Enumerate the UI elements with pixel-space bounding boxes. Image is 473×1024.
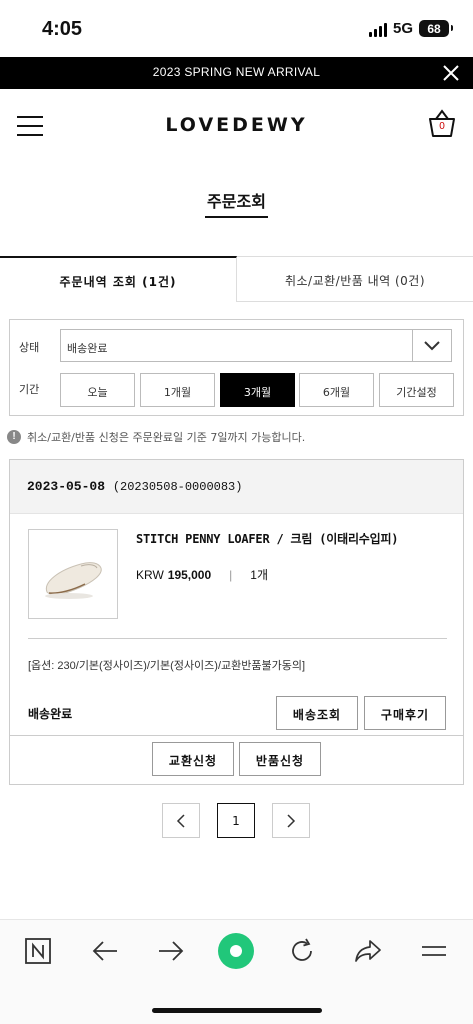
period-3month-button[interactable]: 3개월	[220, 373, 295, 407]
status-time: 4:05	[42, 18, 83, 40]
notice-text: 취소/교환/반품 신청은 주문완료일 기준 7일까지 가능합니다.	[27, 431, 306, 444]
brand-logo[interactable]: LOVEDEWY	[0, 114, 473, 136]
status-select-value: 배송완료	[67, 342, 108, 355]
prev-page-button[interactable]	[162, 803, 200, 838]
period-6month-button[interactable]: 6개월	[299, 373, 374, 407]
cart-count-badge: 0	[439, 121, 445, 132]
notice: ! 취소/교환/반품 신청은 주문완료일 기준 7일까지 가능합니다.	[7, 429, 305, 445]
chevron-left-icon	[176, 813, 185, 828]
period-custom-button[interactable]: 기간설정	[379, 373, 454, 407]
status-select[interactable]: 배송완료	[60, 329, 452, 362]
next-page-button[interactable]	[272, 803, 310, 838]
refresh-icon[interactable]	[285, 934, 319, 968]
period-1month-button[interactable]: 1개월	[140, 373, 215, 407]
product-name[interactable]: STITCH PENNY LOAFER / 크림 (이태리수입피)	[136, 530, 399, 547]
order-date-line: 2023-05-08 (20230508-0000083)	[27, 479, 242, 494]
network-label: 5G	[392, 20, 413, 37]
status-indicators: 5G 68	[368, 20, 453, 37]
period-filter-label: 기간	[19, 383, 40, 396]
order-card: 2023-05-08 (20230508-0000083) STITCH PEN…	[9, 459, 464, 785]
period-today-button[interactable]: 오늘	[60, 373, 135, 407]
price-qty-separator: |	[229, 568, 233, 582]
filter-panel: 상태 배송완료 기간 오늘 1개월 3개월 6개월 기간설정	[9, 319, 464, 416]
product-options: [옵션: 230/기본(정사이즈)/기본(정사이즈)/교환반품불가동의]	[28, 660, 306, 672]
exchange-request-button[interactable]: 교환신청	[152, 742, 234, 776]
cart-icon[interactable]: 0	[428, 109, 456, 139]
product-quantity: 1개	[250, 568, 269, 582]
order-status: 배송완료	[28, 707, 73, 721]
forward-arrow-icon[interactable]	[154, 934, 188, 968]
page-title: 주문조회	[207, 192, 266, 211]
menu-icon[interactable]	[417, 934, 451, 968]
green-dot-icon[interactable]	[218, 933, 254, 969]
battery-icon: 68	[419, 20, 453, 37]
home-indicator	[152, 1008, 322, 1013]
chevron-right-icon	[287, 813, 296, 828]
naver-icon[interactable]	[21, 934, 55, 968]
product-price: 195,000	[167, 568, 212, 582]
back-arrow-icon[interactable]	[88, 934, 122, 968]
tab-order-history[interactable]: 주문내역 조회 (1건)	[0, 256, 237, 302]
write-review-button[interactable]: 구매후기	[364, 696, 446, 730]
info-icon: !	[7, 430, 21, 444]
promo-banner: 2023 SPRING NEW ARRIVAL	[0, 57, 473, 89]
status-bar: 4:05 5G 68	[0, 0, 473, 57]
divider	[28, 638, 447, 639]
chevron-down-icon[interactable]	[412, 330, 451, 361]
signal-icon	[368, 21, 387, 37]
return-request-button[interactable]: 반품신청	[239, 742, 321, 776]
status-filter-label: 상태	[19, 341, 40, 354]
promo-text: 2023 SPRING NEW ARRIVAL	[152, 65, 321, 79]
order-tabs: 주문내역 조회 (1건) 취소/교환/반품 내역 (0건)	[0, 256, 473, 302]
close-icon[interactable]	[441, 63, 461, 83]
order-number[interactable]: (20230508-0000083)	[113, 480, 243, 494]
product-thumbnail[interactable]	[28, 529, 118, 619]
share-icon[interactable]	[351, 934, 385, 968]
tab-cancel-history[interactable]: 취소/교환/반품 내역 (0건)	[237, 256, 473, 302]
order-header: 2023-05-08 (20230508-0000083)	[10, 460, 463, 514]
order-date: 2023-05-08	[27, 479, 106, 494]
product-price-row: KRW 195,000 | 1개	[136, 566, 268, 583]
card-divider	[10, 735, 463, 736]
track-delivery-button[interactable]: 배송조회	[276, 696, 358, 730]
title-underline	[205, 216, 268, 218]
page-number-button[interactable]: 1	[217, 803, 255, 838]
currency: KRW	[136, 568, 164, 582]
site-header: LOVEDEWY 0	[0, 89, 473, 165]
